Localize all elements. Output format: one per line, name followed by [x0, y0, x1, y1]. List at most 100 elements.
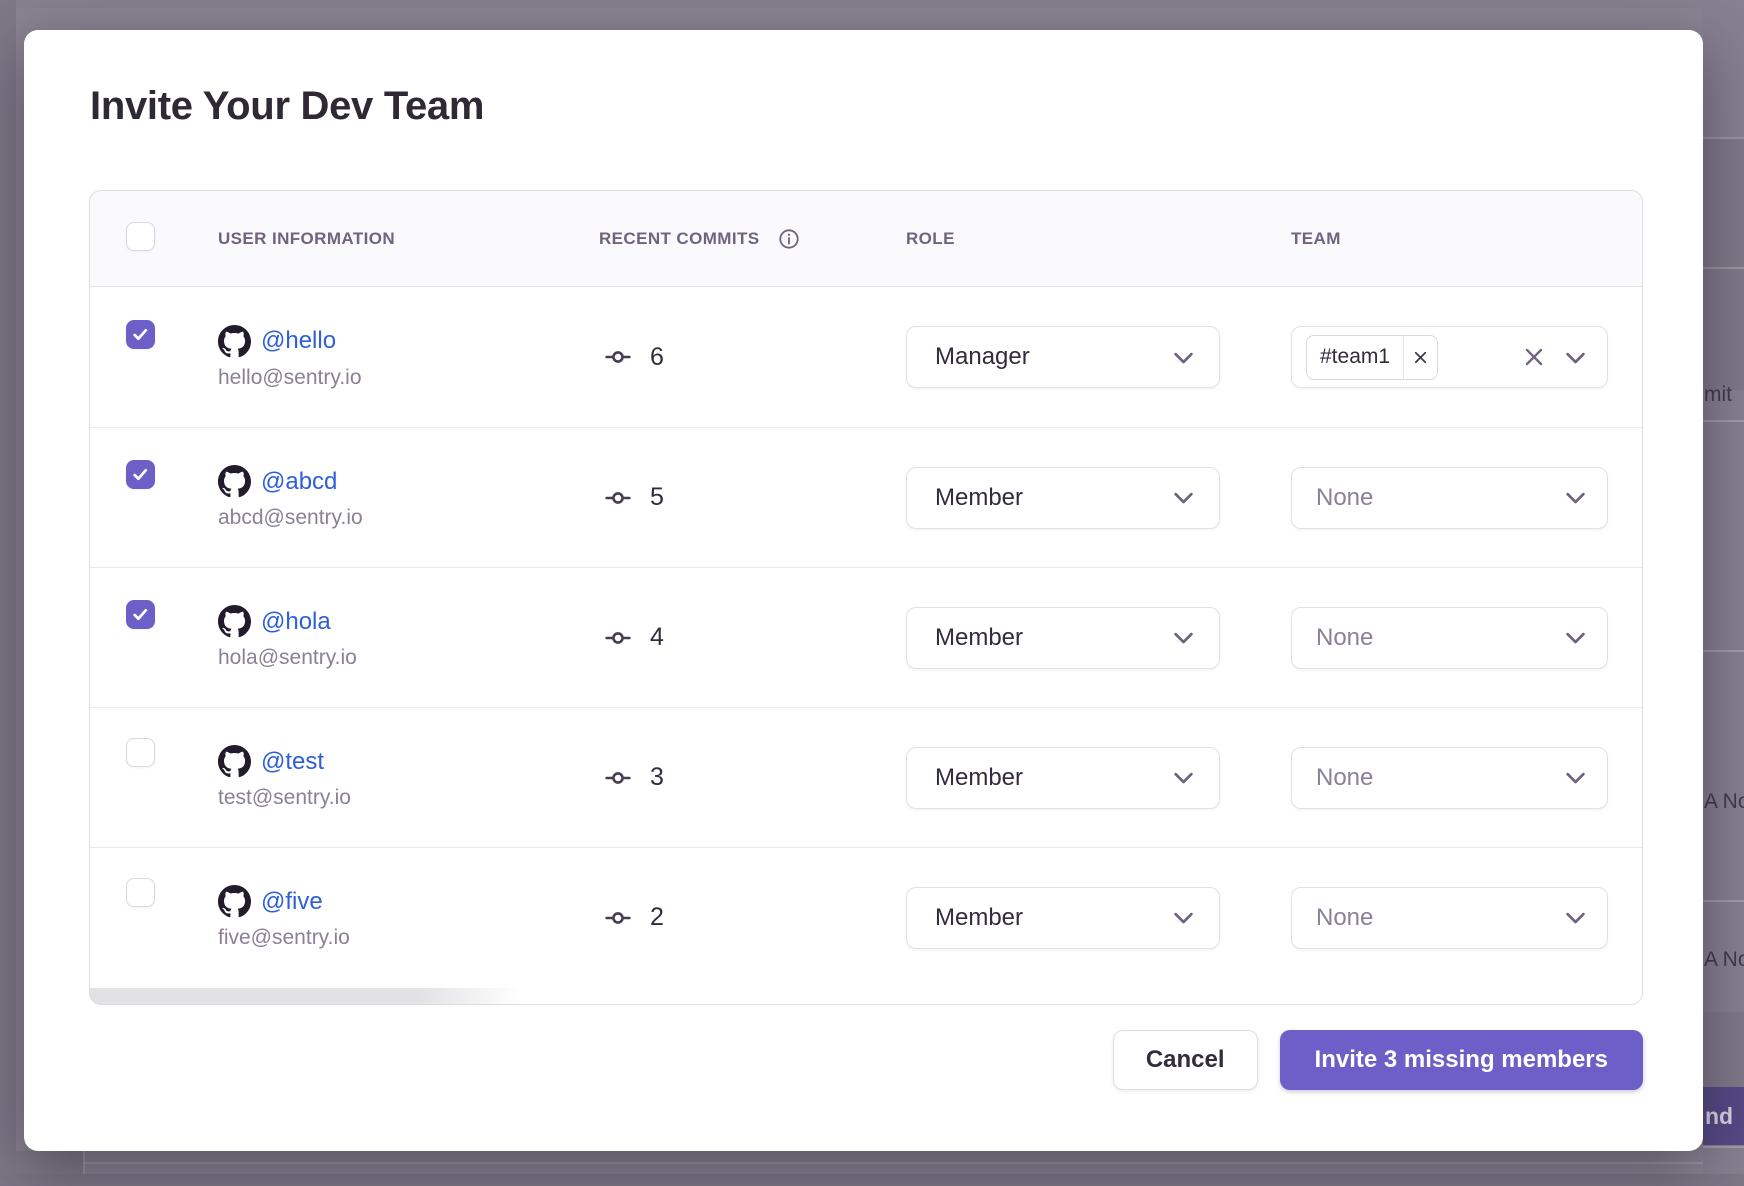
- team-placeholder: None: [1306, 904, 1373, 932]
- role-select[interactable]: Manager: [906, 326, 1220, 388]
- cancel-button[interactable]: Cancel: [1113, 1030, 1258, 1090]
- role-value: Member: [935, 484, 1023, 512]
- team-value: None: [1306, 904, 1373, 932]
- user-email: test@sentry.io: [218, 786, 599, 810]
- team-select[interactable]: None: [1291, 467, 1608, 529]
- chevron-down-icon: [1562, 624, 1589, 651]
- table-row: @hello hello@sentry.io 6 Manager #team1: [90, 287, 1642, 427]
- commit-icon: [599, 905, 637, 931]
- background-block: [1703, 1012, 1744, 1087]
- column-header-team: TEAM: [1291, 229, 1341, 248]
- team-value: None: [1306, 484, 1373, 512]
- background-row-line: [1703, 650, 1744, 652]
- column-header-user: USER INFORMATION: [218, 229, 395, 248]
- table-row: @test test@sentry.io 3 Member None: [90, 707, 1642, 847]
- background-bottom-strip: [0, 1174, 1744, 1186]
- backdrop-left-edge: [0, 0, 16, 1186]
- background-row-line: [1703, 137, 1744, 139]
- modal-title: Invite Your Dev Team: [90, 82, 1643, 130]
- chevron-down-icon: [1170, 764, 1197, 791]
- commit-icon: [599, 344, 637, 370]
- commit-count: 3: [650, 763, 664, 792]
- backdrop-top-edge: [16, 0, 1744, 8]
- remove-tag-icon[interactable]: [1403, 335, 1437, 380]
- team-select[interactable]: #team1: [1291, 326, 1608, 388]
- table-scroll-shadow: [90, 988, 520, 1004]
- role-value: Member: [935, 764, 1023, 792]
- background-page-sliver: mit A No A No nd: [1703, 0, 1744, 1186]
- row-checkbox[interactable]: [126, 600, 155, 629]
- background-row-line: [1703, 267, 1744, 269]
- github-icon: [218, 745, 251, 778]
- background-row-line: [1703, 1146, 1744, 1148]
- chevron-down-icon: [1562, 904, 1589, 931]
- role-value: Member: [935, 624, 1023, 652]
- role-value: Member: [935, 904, 1023, 932]
- team-tag-label: #team1: [1307, 345, 1403, 369]
- background-panel-edge: [83, 1162, 1703, 1164]
- row-checkbox[interactable]: [126, 320, 155, 349]
- role-value: Manager: [935, 343, 1030, 371]
- team-tag[interactable]: #team1: [1306, 335, 1438, 380]
- role-select[interactable]: Member: [906, 747, 1220, 809]
- username-link[interactable]: @five: [261, 888, 323, 916]
- username-link[interactable]: @hola: [261, 608, 331, 636]
- commit-icon: [599, 625, 637, 651]
- team-select[interactable]: None: [1291, 607, 1608, 669]
- table-row: @hola hola@sentry.io 4 Member None: [90, 567, 1642, 707]
- user-email: five@sentry.io: [218, 926, 599, 950]
- team-value: None: [1306, 764, 1373, 792]
- invite-members-button[interactable]: Invite 3 missing members: [1280, 1030, 1643, 1090]
- team-placeholder: None: [1306, 624, 1373, 652]
- username-link[interactable]: @abcd: [261, 468, 337, 496]
- team-placeholder: None: [1306, 484, 1373, 512]
- background-button-text: nd: [1703, 1103, 1733, 1130]
- chevron-down-icon: [1170, 484, 1197, 511]
- select-all-checkbox[interactable]: [126, 222, 155, 251]
- background-row-line: [1703, 900, 1744, 902]
- invite-dev-team-modal: Invite Your Dev Team USER INFORMATION RE…: [24, 30, 1703, 1151]
- commit-count: 6: [650, 343, 664, 372]
- table-header-row: USER INFORMATION RECENT COMMITS ROLE TEA…: [90, 191, 1642, 287]
- row-checkbox[interactable]: [126, 460, 155, 489]
- commit-count: 5: [650, 483, 664, 512]
- team-value: None: [1306, 624, 1373, 652]
- github-icon: [218, 885, 251, 918]
- table-row: @abcd abcd@sentry.io 5 Member None: [90, 427, 1642, 567]
- team-value: #team1: [1306, 335, 1438, 380]
- username-link[interactable]: @hello: [261, 327, 336, 355]
- chevron-down-icon: [1170, 624, 1197, 651]
- background-block: [1703, 137, 1744, 390]
- modal-footer: Cancel Invite 3 missing members: [89, 1030, 1643, 1090]
- github-icon: [218, 465, 251, 498]
- user-email: abcd@sentry.io: [218, 506, 599, 530]
- commit-icon: [599, 765, 637, 791]
- row-checkbox[interactable]: [126, 878, 155, 907]
- github-icon: [218, 325, 251, 358]
- team-clear-icon[interactable]: [1521, 344, 1547, 370]
- info-icon[interactable]: [778, 228, 800, 250]
- commit-count: 2: [650, 903, 664, 932]
- team-select[interactable]: None: [1291, 747, 1608, 809]
- table-body: @hello hello@sentry.io 6 Manager #team1: [90, 287, 1642, 987]
- team-placeholder: None: [1306, 764, 1373, 792]
- team-select[interactable]: None: [1291, 887, 1608, 949]
- background-text-fragment: A No: [1704, 790, 1744, 814]
- role-select[interactable]: Member: [906, 467, 1220, 529]
- chevron-down-icon: [1562, 344, 1589, 371]
- chevron-down-icon: [1170, 904, 1197, 931]
- role-select[interactable]: Member: [906, 887, 1220, 949]
- github-icon: [218, 605, 251, 638]
- role-select[interactable]: Member: [906, 607, 1220, 669]
- commit-count: 4: [650, 623, 664, 652]
- chevron-down-icon: [1562, 484, 1589, 511]
- chevron-down-icon: [1562, 764, 1589, 791]
- chevron-down-icon: [1170, 344, 1197, 371]
- user-email: hello@sentry.io: [218, 366, 599, 390]
- background-row-line: [1703, 420, 1744, 422]
- column-header-commits: RECENT COMMITS: [599, 229, 759, 249]
- row-checkbox[interactable]: [126, 738, 155, 767]
- background-text-fragment: mit: [1704, 383, 1732, 407]
- username-link[interactable]: @test: [261, 748, 324, 776]
- table-row: @five five@sentry.io 2 Member None: [90, 847, 1642, 987]
